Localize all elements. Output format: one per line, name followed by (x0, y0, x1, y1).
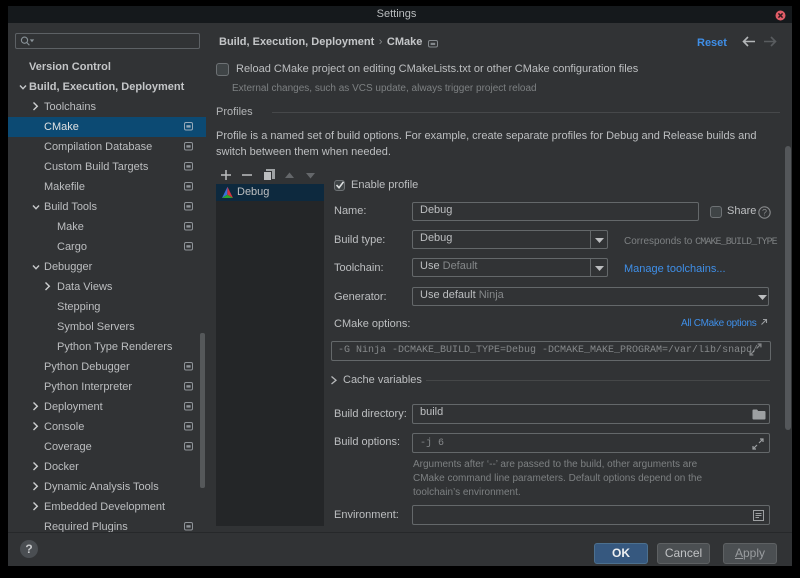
svg-text:?: ? (762, 208, 767, 218)
